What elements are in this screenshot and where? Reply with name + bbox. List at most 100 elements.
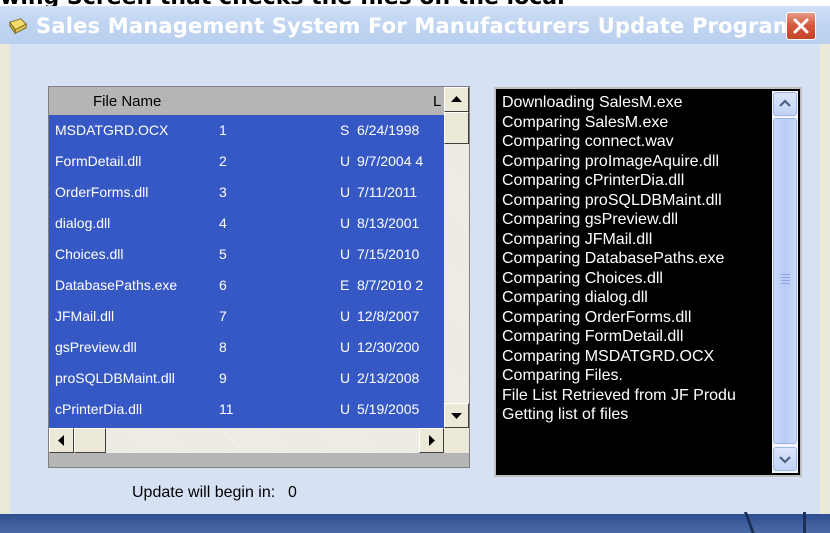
scroll-right-button[interactable] [419, 428, 444, 453]
file-type: U [340, 184, 351, 200]
file-name: OrderForms.dll [55, 184, 149, 200]
file-type: S [340, 122, 350, 138]
file-name: Choices.dll [55, 246, 124, 262]
log-line[interactable]: Comparing proSQLDBMaint.dll [502, 191, 764, 211]
scroll-down-button[interactable] [444, 403, 469, 428]
table-row[interactable]: JFMail.dll 7 U 12/8/2007 [49, 301, 444, 332]
file-type: E [340, 277, 350, 293]
file-type: U [340, 401, 351, 417]
scrollbar-corner [444, 428, 469, 453]
grip-line [781, 280, 790, 281]
file-number: 3 [219, 184, 227, 200]
log-line[interactable]: Comparing SalesM.exe [502, 113, 764, 133]
file-number: 2 [219, 153, 227, 169]
table-row[interactable]: OrderForms.dll 3 U 7/11/2011 [49, 177, 444, 208]
file-type: U [340, 370, 351, 386]
file-number: 9 [219, 370, 227, 386]
file-name: proSQLDBMaint.dll [55, 370, 175, 386]
file-type: U [340, 246, 351, 262]
log-line[interactable]: Comparing connect.wav [502, 132, 764, 152]
log-line[interactable]: Comparing FormDetail.dll [502, 327, 764, 347]
close-icon [793, 18, 809, 34]
file-date: 12/8/2007 [357, 308, 420, 324]
log-line[interactable]: Comparing JFMail.dll [502, 230, 764, 250]
file-date: 9/7/2004 4 [357, 153, 424, 169]
log-line[interactable]: Comparing OrderForms.dll [502, 308, 764, 328]
file-name: gsPreview.dll [55, 339, 137, 355]
grip-line [781, 274, 790, 275]
log-line[interactable]: Comparing Files. [502, 366, 764, 386]
file-date: 12/30/200 [357, 339, 420, 355]
log-line[interactable]: Downloading SalesM.exe [502, 93, 764, 113]
scroll-thumb[interactable] [74, 428, 106, 453]
log-vertical-scrollbar[interactable] [772, 91, 798, 473]
table-row[interactable]: proSQLDBMaint.dll 9 U 2/13/2008 [49, 363, 444, 394]
scroll-left-button[interactable] [49, 428, 74, 453]
close-button[interactable] [786, 12, 816, 40]
file-date: 7/11/2011 [357, 184, 418, 200]
table-row[interactable]: MSDATGRD.OCX 1 S 6/24/1998 [49, 115, 444, 146]
grip-line [781, 283, 790, 284]
file-date: 5/19/2005 [357, 401, 420, 417]
file-name: DatabasePaths.exe [55, 277, 178, 293]
file-list[interactable]: File Name L MSDATGRD.OCX 1 S 6/24/1998 F… [48, 86, 470, 468]
column-header-l[interactable]: L [433, 93, 441, 110]
file-name: dialog.dll [55, 215, 111, 231]
file-date: 7/15/2010 [357, 246, 420, 262]
background-line [803, 512, 806, 533]
file-list-rows: MSDATGRD.OCX 1 S 6/24/1998 FormDetail.dl… [49, 115, 444, 428]
log-line[interactable]: Comparing DatabasePaths.exe [502, 249, 764, 269]
file-date: 2/13/2008 [357, 370, 420, 386]
log-line[interactable]: Comparing cPrinterDia.dll [502, 171, 764, 191]
scroll-track[interactable] [444, 144, 469, 403]
file-date: 6/24/1998 [357, 122, 420, 138]
table-row[interactable]: cPrinterDia.dll 11 U 5/19/2005 [49, 394, 444, 425]
chevron-down-icon [779, 456, 791, 464]
file-list-horizontal-scrollbar[interactable] [49, 428, 469, 453]
file-number: 1 [219, 122, 227, 138]
log-line[interactable]: Comparing Choices.dll [502, 269, 764, 289]
progress-log[interactable]: Downloading SalesM.exe Comparing SalesM.… [494, 87, 802, 477]
countdown-value: 0 [288, 484, 297, 501]
log-line[interactable]: Comparing dialog.dll [502, 288, 764, 308]
log-line[interactable]: Comparing MSDATGRD.OCX [502, 347, 764, 367]
table-row[interactable]: gsPreview.dll 8 U 12/30/200 [49, 332, 444, 363]
file-list-vertical-scrollbar[interactable] [444, 87, 469, 428]
table-row[interactable]: Choices.dll 5 U 7/15/2010 [49, 239, 444, 270]
file-list-header: File Name L [49, 87, 444, 115]
log-scroll-up-button[interactable] [773, 92, 797, 116]
column-header-file-name[interactable]: File Name [93, 93, 161, 110]
app-icon [9, 18, 27, 35]
log-scroll-thumb[interactable] [773, 118, 797, 444]
window-title: Sales Management System For Manufacturer… [36, 14, 795, 38]
file-name: FormDetail.dll [55, 153, 142, 169]
file-type: U [340, 153, 351, 169]
table-row[interactable]: dialog.dll 4 U 8/13/2001 [49, 208, 444, 239]
title-bar[interactable]: Sales Management System For Manufacturer… [0, 6, 830, 44]
log-line[interactable]: Comparing proImageAquire.dll [502, 152, 764, 172]
file-date: 8/13/2001 [357, 215, 420, 231]
file-name: cPrinterDia.dll [55, 401, 143, 417]
arrow-right-icon [429, 435, 435, 446]
log-lines: Downloading SalesM.exe Comparing SalesM.… [502, 93, 764, 425]
scroll-up-button[interactable] [444, 87, 469, 112]
file-type: U [340, 339, 351, 355]
table-row[interactable]: DatabasePaths.exe 6 E 8/7/2010 2 [49, 270, 444, 301]
log-line[interactable]: Getting list of files [502, 405, 764, 425]
window-bottom-edge [0, 514, 830, 533]
file-name: MSDATGRD.OCX [55, 122, 169, 138]
table-row[interactable]: FormDetail.dll 2 U 9/7/2004 4 [49, 146, 444, 177]
file-type: U [340, 308, 351, 324]
log-line[interactable]: Comparing gsPreview.dll [502, 210, 764, 230]
log-line[interactable]: File List Retrieved from JF Produ [502, 386, 764, 406]
file-date: 8/7/2010 2 [357, 277, 424, 293]
file-list-footer [49, 453, 469, 467]
file-number: 7 [219, 308, 227, 324]
scroll-thumb[interactable] [444, 112, 469, 144]
file-number: 11 [219, 401, 234, 417]
log-scroll-down-button[interactable] [773, 447, 797, 471]
file-number: 6 [219, 277, 227, 293]
file-number: 4 [219, 215, 227, 231]
arrow-down-icon [451, 413, 462, 419]
grip-line [781, 277, 790, 278]
